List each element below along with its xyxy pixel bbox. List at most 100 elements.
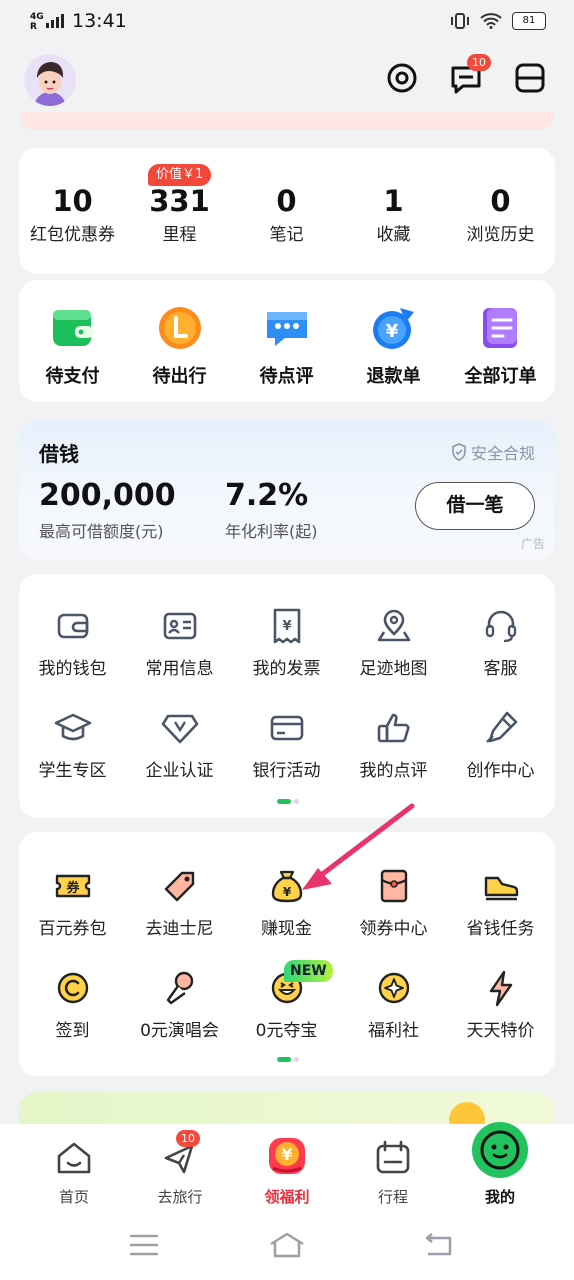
tab-travel[interactable]: 10 去旅行: [130, 1130, 230, 1207]
system-nav-bar: [0, 1210, 574, 1280]
wallet-icon: [49, 304, 97, 352]
stat-mileage[interactable]: 331 里程: [126, 182, 233, 250]
compliance-text: 安全合规: [470, 444, 535, 463]
order-upcoming-trip[interactable]: 待出行: [126, 304, 233, 388]
stat-value: 0: [276, 184, 297, 218]
welfare-saving-tasks[interactable]: 省钱任务: [447, 866, 554, 939]
welfare-label: 0元演唱会: [140, 1021, 219, 1041]
welfare-label: 0元夺宝: [255, 1021, 318, 1041]
welfare-label: 去迪士尼: [145, 919, 214, 939]
tool-label: 足迹地图: [359, 659, 428, 679]
stats-card: 10 红包优惠券 331 里程 价值￥1 0 笔记 1 收藏 0 浏览历史: [19, 148, 555, 274]
clock: 13:41: [72, 10, 127, 32]
tool-wallet[interactable]: 我的钱包: [19, 606, 126, 679]
stat-notes[interactable]: 0 笔记: [233, 182, 340, 250]
headset-icon: [481, 606, 521, 646]
tool-label: 我的钱包: [38, 659, 107, 679]
menu-icon[interactable]: [124, 1230, 164, 1260]
tool-label: 客服: [483, 659, 518, 679]
tab-label: 行程: [377, 1188, 408, 1206]
loan-title: 借钱: [39, 442, 79, 466]
loan-rate: 7.2%: [225, 478, 309, 513]
order-to-review[interactable]: 待点评: [233, 304, 340, 388]
welfare-check-in[interactable]: 签到: [19, 968, 126, 1041]
scan-target-icon[interactable]: [386, 62, 418, 94]
stat-history[interactable]: 0 浏览历史: [447, 182, 554, 250]
welfare-card: 券 百元券包 去迪士尼 ¥ 赚现金 领券中心 省钱任务 签到 0元演唱会 0元夺…: [19, 832, 555, 1076]
welfare-free-concert[interactable]: 0元演唱会: [126, 968, 233, 1041]
status-bar: 4G R 13:41 81: [0, 0, 574, 46]
svg-text:¥: ¥: [385, 321, 398, 342]
tab-me[interactable]: 我的: [450, 1122, 550, 1207]
messages-button[interactable]: 10: [449, 54, 491, 96]
tool-student-zone[interactable]: 学生专区: [19, 708, 126, 781]
lightning-icon: [481, 968, 521, 1008]
wifi-icon: [480, 13, 502, 29]
invoice-icon: ¥: [267, 606, 307, 646]
borrow-button[interactable]: 借一笔: [415, 482, 535, 530]
tool-bank-activity[interactable]: 银行活动: [233, 708, 340, 781]
tab-label: 去旅行: [157, 1188, 203, 1206]
welfare-daily-deals[interactable]: 天天特价: [447, 968, 554, 1041]
wallet-outline-icon: [53, 606, 93, 646]
ad-label: 广告: [520, 537, 545, 551]
welfare-coupon-pack[interactable]: 券 百元券包: [19, 866, 126, 939]
welfare-disney[interactable]: 去迪士尼: [126, 866, 233, 939]
tool-label: 创作中心: [466, 761, 535, 781]
sparkle-coin-icon: [374, 968, 414, 1008]
menu-cards-icon[interactable]: [514, 62, 546, 94]
svg-text:¥: ¥: [281, 1145, 292, 1164]
home-nav-icon[interactable]: [267, 1230, 307, 1260]
order-label: 全部订单: [464, 366, 537, 387]
stat-favorites[interactable]: 1 收藏: [340, 182, 447, 250]
welfare-label: 百元券包: [38, 919, 107, 939]
tool-enterprise-auth[interactable]: 企业认证: [126, 708, 233, 781]
bottom-tab-bar: 首页 10 去旅行 ¥ 领福利 行程 我的: [0, 1122, 574, 1210]
stat-value: 10: [52, 184, 93, 218]
stat-value: 0: [490, 184, 511, 218]
banner-strip: [20, 112, 554, 130]
tool-creator-center[interactable]: 创作中心: [447, 708, 554, 781]
refund-icon: ¥: [370, 304, 418, 352]
tool-label: 学生专区: [38, 761, 107, 781]
face-icon: [472, 1122, 528, 1178]
tab-welfare[interactable]: ¥ 领福利: [237, 1138, 337, 1207]
plane-icon: 10: [160, 1130, 200, 1178]
order-refunds[interactable]: ¥ 退款单: [340, 304, 447, 388]
microphone-icon: [160, 968, 200, 1008]
tab-label: 首页: [58, 1188, 89, 1206]
signal-icon: [46, 14, 64, 28]
loan-card[interactable]: 借钱 安全合规 200,000 最高可借额度(元) 7.2% 年化利率(起) 借…: [19, 420, 555, 560]
new-badge: NEW: [284, 960, 333, 982]
tool-my-reviews[interactable]: 我的点评: [340, 708, 447, 781]
loan-rate-label: 年化利率(起): [225, 522, 318, 541]
avatar[interactable]: [24, 54, 76, 106]
order-label: 待出行: [152, 366, 207, 387]
svg-text:券: 券: [65, 880, 80, 896]
tab-label: 领福利: [264, 1188, 310, 1206]
diamond-icon: [160, 708, 200, 748]
tools-card: 我的钱包 常用信息 ¥ 我的发票 足迹地图 客服 学生专区 企业认证 银行活动 …: [19, 574, 555, 818]
travel-badge: 10: [176, 1130, 200, 1147]
annotation-arrow: [302, 803, 415, 890]
tool-info[interactable]: 常用信息: [126, 606, 233, 679]
tool-invoice[interactable]: ¥ 我的发票: [233, 606, 340, 679]
stat-label: 笔记: [269, 225, 304, 245]
order-pending-payment[interactable]: 待支付: [19, 304, 126, 388]
tool-label: 我的点评: [359, 761, 428, 781]
coupon-ticket-icon: 券: [53, 866, 93, 906]
tab-home[interactable]: 首页: [24, 1138, 124, 1207]
tool-customer-service[interactable]: 客服: [447, 606, 554, 679]
stat-label: 红包优惠券: [30, 225, 115, 245]
order-all[interactable]: 全部订单: [447, 304, 554, 388]
stat-coupons[interactable]: 10 红包优惠券: [19, 182, 126, 250]
tab-itinerary[interactable]: 行程: [343, 1138, 443, 1207]
back-icon[interactable]: [418, 1230, 458, 1260]
stat-value: 331: [149, 184, 210, 218]
welfare-benefit-club[interactable]: 福利社: [340, 968, 447, 1041]
loan-amount-label: 最高可借额度(元): [39, 522, 164, 541]
list-doc-icon: [477, 304, 525, 352]
chat-bubble-icon: [263, 304, 311, 352]
map-pin-icon: [374, 606, 414, 646]
tool-footprint-map[interactable]: 足迹地图: [340, 606, 447, 679]
